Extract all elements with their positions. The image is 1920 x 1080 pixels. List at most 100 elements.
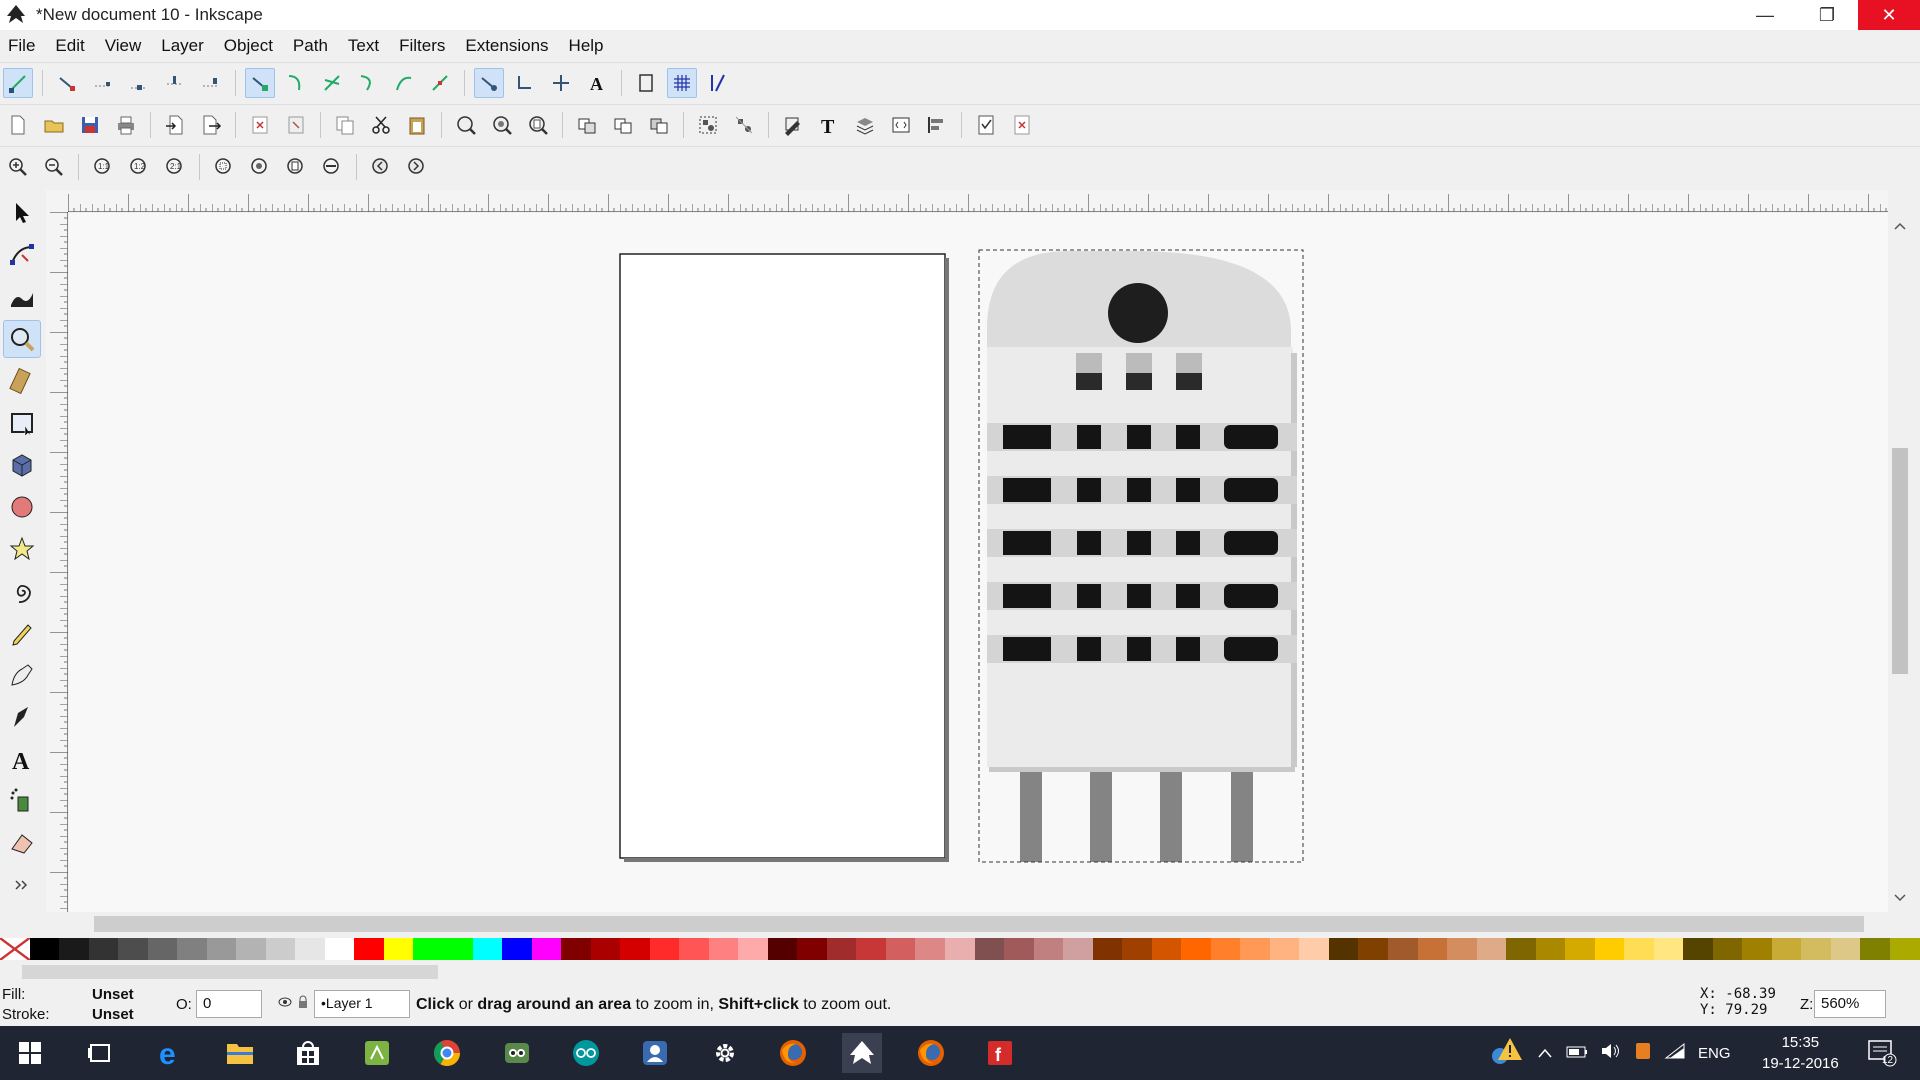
menu-object[interactable]: Object: [224, 36, 273, 56]
color-swatch[interactable]: [1417, 938, 1448, 960]
color-swatch[interactable]: [1447, 938, 1477, 960]
horizontal-ruler[interactable]: [68, 190, 1888, 212]
color-swatch[interactable]: [1328, 938, 1359, 960]
zoom-input[interactable]: 560%: [1814, 990, 1886, 1018]
color-swatch[interactable]: [1299, 938, 1329, 960]
calligraphy-tool-icon[interactable]: [3, 698, 41, 736]
firefox-second-icon[interactable]: [911, 1033, 951, 1073]
menu-layer[interactable]: Layer: [161, 36, 204, 56]
redo-icon[interactable]: [281, 110, 311, 140]
menu-edit[interactable]: Edit: [55, 36, 84, 56]
snap-path-intersection-button[interactable]: [317, 68, 347, 98]
snap-rotation-centers-button[interactable]: [546, 68, 576, 98]
image-app-icon[interactable]: [635, 1033, 675, 1073]
color-swatch[interactable]: [531, 938, 562, 960]
color-swatch[interactable]: [1771, 938, 1802, 960]
ungroup-icon[interactable]: [729, 110, 759, 140]
zoom-drawing-fit-icon[interactable]: [245, 152, 275, 182]
zoom-drawing-icon[interactable]: [487, 110, 517, 140]
edge-browser-icon[interactable]: e: [150, 1033, 190, 1073]
layers-icon[interactable]: [850, 110, 880, 140]
show-hidden-icons-icon[interactable]: [1538, 1045, 1552, 1062]
color-swatch[interactable]: [147, 938, 178, 960]
tray-app-icon[interactable]: [1634, 1041, 1652, 1065]
owl-app-icon[interactable]: [497, 1033, 537, 1073]
snap-object-midpoints-button[interactable]: [510, 68, 540, 98]
visibility-eye-icon[interactable]: [278, 995, 292, 1013]
eraser-tool-icon[interactable]: [3, 824, 41, 862]
stroke-value[interactable]: Unset: [92, 1006, 134, 1023]
vertical-scrollbar[interactable]: [1888, 212, 1912, 912]
open-folder-icon[interactable]: [39, 110, 69, 140]
task-view-icon[interactable]: [80, 1033, 120, 1073]
snap-smooth-nodes-button[interactable]: [389, 68, 419, 98]
preferences-icon[interactable]: [1007, 110, 1037, 140]
snap-cusp-nodes-button[interactable]: [353, 68, 383, 98]
color-swatch[interactable]: [1624, 938, 1654, 960]
zoom-page-width-icon[interactable]: [317, 152, 347, 182]
color-swatch[interactable]: [1181, 938, 1211, 960]
unlink-clone-icon[interactable]: [644, 110, 674, 140]
color-swatch[interactable]: [1387, 938, 1418, 960]
horizontal-scrollbar[interactable]: [68, 912, 1888, 936]
align-distribute-icon[interactable]: [922, 110, 952, 140]
spiral-tool-icon[interactable]: [3, 572, 41, 610]
color-swatch[interactable]: [826, 938, 857, 960]
snap-guides-button[interactable]: [703, 68, 733, 98]
color-swatch[interactable]: [1240, 938, 1270, 960]
color-swatch[interactable]: [1830, 938, 1861, 960]
opacity-input[interactable]: 0: [196, 990, 262, 1018]
snap-text-baseline-button[interactable]: A: [582, 68, 612, 98]
text-tool-icon[interactable]: A: [3, 740, 41, 778]
import-icon[interactable]: [160, 110, 190, 140]
color-swatch[interactable]: [797, 938, 827, 960]
zoom-out-icon[interactable]: [39, 152, 69, 182]
star-tool-icon[interactable]: [3, 530, 41, 568]
menu-extensions[interactable]: Extensions: [465, 36, 548, 56]
color-swatch[interactable]: [413, 938, 443, 960]
color-swatch[interactable]: [442, 938, 473, 960]
color-swatch[interactable]: [856, 938, 886, 960]
menu-help[interactable]: Help: [569, 36, 604, 56]
snap-bbox-corner-button[interactable]: [124, 68, 154, 98]
color-swatch[interactable]: [1033, 938, 1064, 960]
color-swatch[interactable]: [649, 938, 680, 960]
copy-icon[interactable]: [330, 110, 360, 140]
menu-file[interactable]: File: [8, 36, 35, 56]
color-swatch[interactable]: [295, 938, 325, 960]
pen-tool-icon[interactable]: [3, 656, 41, 694]
color-swatch[interactable]: [206, 938, 237, 960]
paste-icon[interactable]: [402, 110, 432, 140]
color-swatch[interactable]: [1476, 938, 1507, 960]
lock-icon[interactable]: [296, 995, 310, 1013]
color-swatch[interactable]: [1358, 938, 1388, 960]
color-swatch[interactable]: [1210, 938, 1241, 960]
color-swatch[interactable]: [1535, 938, 1566, 960]
restore-button[interactable]: ❐: [1796, 0, 1858, 30]
inkscape-taskbar-icon[interactable]: [842, 1033, 882, 1073]
menu-filters[interactable]: Filters: [399, 36, 445, 56]
color-swatch[interactable]: [1151, 938, 1182, 960]
ellipse-tool-icon[interactable]: [3, 488, 41, 526]
no-paint-swatch[interactable]: [0, 937, 31, 961]
snap-bbox-edge-button[interactable]: [88, 68, 118, 98]
color-swatch[interactable]: [1890, 938, 1920, 960]
color-swatch[interactable]: [502, 938, 532, 960]
warning-tray-icon[interactable]: [1490, 1036, 1524, 1070]
color-swatch[interactable]: [236, 938, 266, 960]
zoom-tool-icon[interactable]: [3, 320, 41, 358]
color-swatch[interactable]: [1506, 938, 1536, 960]
palette-scrollbar[interactable]: [0, 962, 1920, 982]
duplicate-icon[interactable]: [572, 110, 602, 140]
export-icon[interactable]: [196, 110, 226, 140]
store-icon[interactable]: [288, 1033, 328, 1073]
zoom-2-1-icon[interactable]: 2:1: [160, 152, 190, 182]
arduino-icon[interactable]: [566, 1033, 606, 1073]
save-icon[interactable]: [75, 110, 105, 140]
color-swatch[interactable]: [29, 938, 60, 960]
color-swatch[interactable]: [59, 938, 89, 960]
fill-value[interactable]: Unset: [92, 986, 134, 1003]
print-icon[interactable]: [111, 110, 141, 140]
measure-tool-icon[interactable]: [3, 362, 41, 400]
snap-bbox-center-button[interactable]: [196, 68, 226, 98]
